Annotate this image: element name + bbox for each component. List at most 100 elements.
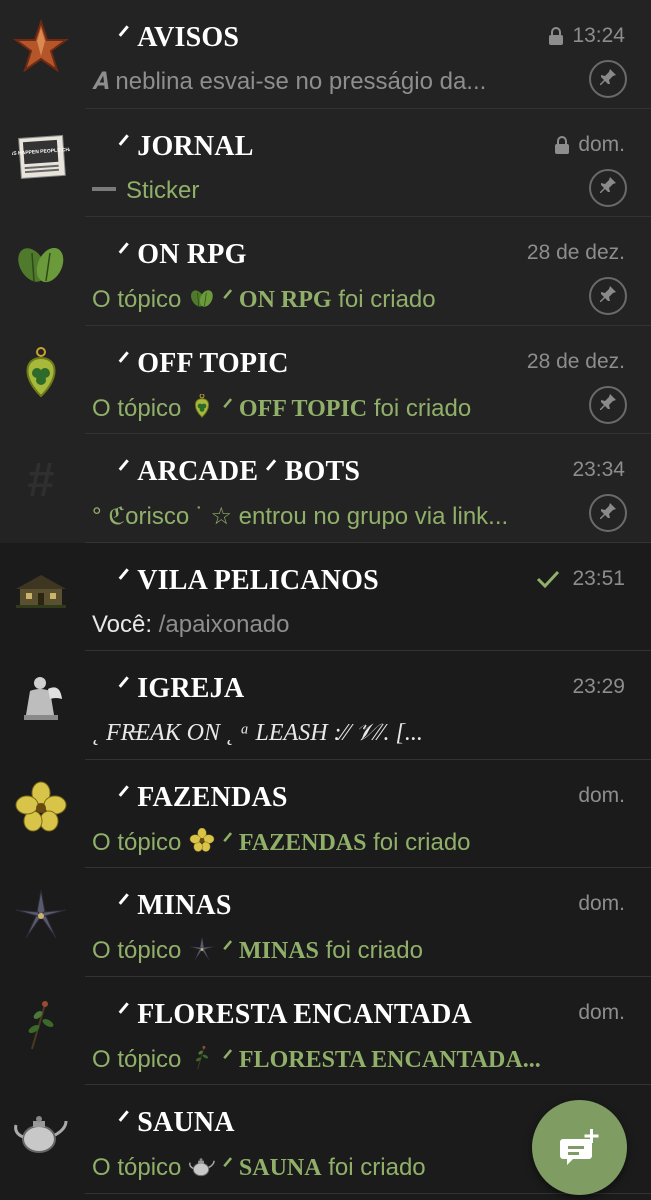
- pin-button[interactable]: [589, 385, 627, 424]
- preview-text: /apaixonado: [158, 610, 290, 638]
- preview-suffix: foi criado: [373, 394, 472, 422]
- chat-preview: ˛ FR̶EAK ON ˛ ᵃ LEASH :⁄⁄ 𝒱⁄⁄. [...: [92, 719, 551, 747]
- chat-preview: O tópico ᐟ FAZENDAS foi criado: [92, 827, 551, 858]
- pin-icon: [598, 175, 618, 200]
- chat-time: 23:51: [572, 566, 625, 590]
- chat-meta: 23:51: [536, 567, 625, 591]
- chat-row[interactable]: ᐟ VILA PELICANOS 23:51 Você: /apaixonado: [0, 542, 651, 651]
- preview-suffix: foi criado: [373, 828, 471, 856]
- chat-title: ᐟ JORNAL: [118, 130, 254, 162]
- leaves-icon: [12, 235, 70, 293]
- dark-flower-icon: [188, 936, 216, 963]
- chat-time: dom.: [578, 132, 625, 156]
- chat-title: ᐟ OFF TOPIC: [118, 347, 289, 379]
- preview-topic-name: ᐟ FLORESTA ENCANTADA...: [222, 1046, 541, 1073]
- pin-icon: [598, 392, 618, 417]
- angel-statue-icon: [12, 669, 70, 727]
- newspaper-icon: THINGS HAPPEN PEOPLE CHANGE: [12, 127, 70, 185]
- preview-prefix: O tópico: [92, 937, 182, 964]
- chat-time: dom.: [578, 1000, 625, 1024]
- chat-preview: O tópico ᐟ ON RPG foi criado: [92, 285, 551, 315]
- chat-title: ᐟ MINAS: [118, 890, 232, 921]
- chat-meta: dom.: [578, 892, 625, 916]
- chat-row[interactable]: ᐟ MINAS dom. O tópico ᐟ MINAS foi criado: [0, 868, 651, 977]
- avatar: [12, 344, 70, 402]
- avatar: THINGS HAPPEN PEOPLE CHANGE: [12, 127, 70, 185]
- sticker-dash-icon: [92, 187, 116, 192]
- chat-preview: 𝑨 neblina esvai-se no presságio da...: [92, 68, 551, 96]
- avatar: [12, 778, 70, 836]
- pin-button[interactable]: [589, 494, 627, 532]
- chat-meta: 28 de dez.: [527, 241, 625, 265]
- preview-text: Sticker: [126, 176, 200, 204]
- chat-meta: 13:24: [548, 24, 625, 48]
- chat-meta: 23:34: [572, 458, 625, 482]
- pin-icon: [598, 284, 618, 309]
- chat-row[interactable]: ᐟ AVISOS 13:24 𝑨 neblina esvai-se no press…: [0, 0, 651, 109]
- preview-suffix: foi criado: [338, 286, 436, 313]
- new-chat-button[interactable]: [532, 1100, 627, 1195]
- yellow-flower-icon: [188, 827, 216, 855]
- avatar: [12, 18, 70, 76]
- chat-row[interactable]: ᐟ FAZENDAS dom. O tópico ᐟ FAZENDAS foi cr…: [0, 759, 651, 868]
- chat-row[interactable]: # ᐟ ARCADE ᐟ BOTS 23:34 ° ℭorisco ˙ ☆ entro…: [0, 434, 651, 543]
- new-message-icon: [559, 1128, 598, 1165]
- chat-title: ᐟ AVISOS: [118, 22, 240, 53]
- star-icon: [12, 18, 70, 76]
- avatar: #: [12, 452, 70, 510]
- chat-title: ᐟ IGREJA: [118, 673, 245, 704]
- chat-preview: O tópico ᐟ SAUNA foi criado: [92, 1153, 551, 1183]
- chat-title: ᐟ FLORESTA ENCANTADA: [118, 998, 472, 1030]
- chat-row[interactable]: ᐟ OFF TOPIC 28 de dez. O tópico ᐟ OFF TOPI…: [0, 325, 651, 434]
- pin-icon: [598, 501, 618, 526]
- preview-text: ° ℭorisco ˙ ☆ entrou no grupo via link..…: [92, 503, 509, 530]
- pin-button[interactable]: [589, 277, 627, 315]
- avatar: [12, 1103, 70, 1161]
- clover-locket-icon: [188, 393, 216, 421]
- chat-row[interactable]: ᐟ FLORESTA ENCANTADA dom. O tópico ᐟ FLORE…: [0, 976, 651, 1085]
- preview-topic-name: ᐟ FAZENDAS: [222, 829, 367, 856]
- lock-icon: [549, 27, 564, 45]
- avatar: [12, 235, 70, 293]
- preview-topic-name: ᐟ ON RPG: [222, 287, 332, 313]
- chat-meta: 23:29: [572, 675, 625, 699]
- sprig-icon: [188, 1045, 216, 1072]
- chat-list: ᐟ AVISOS 13:24 𝑨 neblina esvai-se no press…: [0, 0, 651, 1194]
- chat-title: ᐟ ON RPG: [118, 239, 247, 270]
- chat-preview: O tópico ᐟ FLORESTA ENCANTADA...: [92, 1045, 551, 1075]
- teapot-icon: [12, 1103, 70, 1161]
- dark-flower-icon: [12, 886, 70, 944]
- read-check-icon: [537, 570, 560, 588]
- chat-title: ᐟ SAUNA: [118, 1107, 235, 1138]
- chat-time: dom.: [578, 892, 625, 915]
- pin-button[interactable]: [589, 60, 627, 98]
- chat-row[interactable]: ᐟ ON RPG 28 de dez. O tópico ᐟ ON RPG foi …: [0, 217, 651, 326]
- pin-icon: [598, 67, 618, 92]
- leaves-icon: [188, 285, 216, 312]
- pin-button[interactable]: [589, 168, 627, 207]
- preview-suffix: foi criado: [325, 937, 423, 964]
- chat-title: ᐟ ARCADE ᐟ BOTS: [118, 456, 361, 487]
- avatar: [12, 561, 70, 619]
- chat-meta: 28 de dez.: [527, 350, 625, 374]
- avatar: [12, 995, 70, 1053]
- clover-locket-icon: [12, 344, 70, 402]
- preview-prefix: O tópico: [92, 828, 182, 856]
- preview-topic-name: ᐟ MINAS: [222, 938, 319, 964]
- chat-meta: dom.: [578, 1001, 625, 1025]
- lock-icon: [555, 135, 570, 154]
- chat-time: 13:24: [572, 24, 625, 47]
- chat-preview: O tópico ᐟ OFF TOPIC foi criado: [92, 393, 551, 424]
- sprig-icon: [12, 995, 70, 1053]
- chat-row[interactable]: ᐟ IGREJA 23:29 ˛ FR̶EAK ON ˛ ᵃ LEASH :⁄⁄ 𝒱…: [0, 651, 651, 760]
- chat-row[interactable]: THINGS HAPPEN PEOPLE CHANGE ᐟ JORNAL dom. S…: [0, 108, 651, 217]
- chat-meta: dom.: [554, 133, 625, 157]
- preview-text: 𝑨 neblina esvai-se no presságio da...: [92, 68, 487, 95]
- chat-time: dom.: [578, 783, 625, 807]
- chat-time: 23:29: [572, 675, 625, 698]
- chat-preview: Sticker: [92, 177, 551, 205]
- preview-sender: Você:: [92, 610, 153, 638]
- chat-title: ᐟ VILA PELICANOS: [118, 564, 379, 596]
- preview-topic-name: ᐟ SAUNA: [222, 1155, 322, 1181]
- avatar: [12, 886, 70, 944]
